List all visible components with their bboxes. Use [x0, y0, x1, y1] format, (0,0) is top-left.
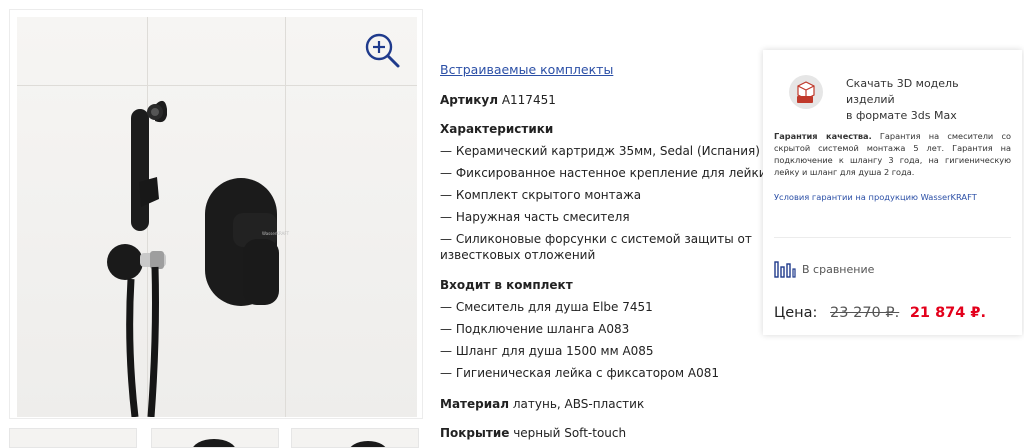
shower-hose: [126, 278, 139, 417]
coating-value: черный Soft-touch: [513, 426, 627, 440]
price-row: Цена: 23 270 ₽. 21 874 ₽.: [774, 305, 986, 321]
current-price: 21 874 ₽.: [909, 305, 986, 321]
thumbnail-image: [193, 439, 235, 447]
characteristic-item: — Керамический картридж 35мм, Sedal (Исп…: [440, 144, 760, 158]
characteristic-item: — Фиксированное настенное крепление для …: [440, 166, 767, 180]
thumbnail-strip: [9, 428, 423, 448]
kit-item: — Шланг для душа 1500 мм A085: [440, 344, 654, 358]
mixer-plate: WasserKRAFT: [205, 178, 290, 306]
thumbnail[interactable]: [151, 428, 279, 448]
guarantee-conditions-link[interactable]: Условия гарантии на продукцию WasserKRAF…: [774, 192, 977, 202]
article-row: Артикул A117451: [440, 93, 556, 107]
article-label: Артикул: [440, 93, 498, 107]
material-value: латунь, ABS-пластик: [512, 397, 645, 411]
download-line-2: в формате 3ds Max: [846, 109, 957, 122]
mixer-brand-mark: WasserKRAFT: [262, 231, 290, 236]
article-value: A117451: [501, 93, 556, 107]
guarantee-text: Гарантия качества. Гарантия на смесители…: [774, 130, 1011, 178]
category-link[interactable]: Встраиваемые комплекты: [440, 62, 613, 77]
compare-icon: [774, 261, 796, 278]
old-price: 23 270 ₽.: [830, 305, 900, 321]
characteristic-item: — Наружная часть смесителя: [440, 210, 630, 224]
3ds-max-file-icon[interactable]: [789, 75, 823, 109]
price-label: Цена:: [774, 305, 818, 321]
download-line-1: Скачать 3D модель изделий: [846, 77, 959, 106]
product-illustration: WasserKRAFT: [107, 100, 290, 417]
kit-item: — Гигиеническая лейка с фиксатором A081: [440, 366, 719, 380]
characteristics-title: Характеристики: [440, 122, 554, 136]
product-gallery: WasserKRAFT: [9, 9, 423, 419]
kit-item: — Подключение шланга A083: [440, 322, 630, 336]
characteristic-item: — Силиконовые форсунки с системой защиты…: [440, 232, 752, 246]
kit-item: — Смеситель для душа Elbe 7451: [440, 300, 653, 314]
material-row: Материал латунь, ABS-пластик: [440, 397, 644, 411]
thumbnail[interactable]: [291, 428, 419, 448]
holder-bracket: [139, 177, 159, 207]
zoom-in-icon: [365, 33, 400, 68]
thumbnail-image: [350, 441, 386, 447]
thumbnail[interactable]: [9, 428, 137, 448]
divider: [774, 237, 1011, 238]
hose-connection: [107, 244, 143, 280]
compare-label: В сравнение: [802, 263, 875, 276]
purchase-card: Скачать 3D модель изделий в формате 3ds …: [763, 50, 1022, 335]
zoom-button[interactable]: [363, 31, 403, 71]
bidet-shower-head: [131, 100, 167, 231]
coating-label: Покрытие: [440, 426, 510, 440]
product-photo[interactable]: WasserKRAFT: [17, 17, 417, 417]
guarantee-title: Гарантия качества.: [774, 131, 872, 141]
file-3d-icon: [797, 81, 815, 103]
download-3d-link[interactable]: Скачать 3D модель изделий в формате 3ds …: [846, 76, 1006, 124]
coating-row: Покрытие черный Soft-touch: [440, 426, 626, 440]
kit-title: Входит в комплект: [440, 278, 573, 292]
characteristic-item-continued: известковых отложений: [440, 248, 596, 262]
characteristic-item: — Комплект скрытого монтажа: [440, 188, 642, 202]
material-label: Материал: [440, 397, 510, 411]
